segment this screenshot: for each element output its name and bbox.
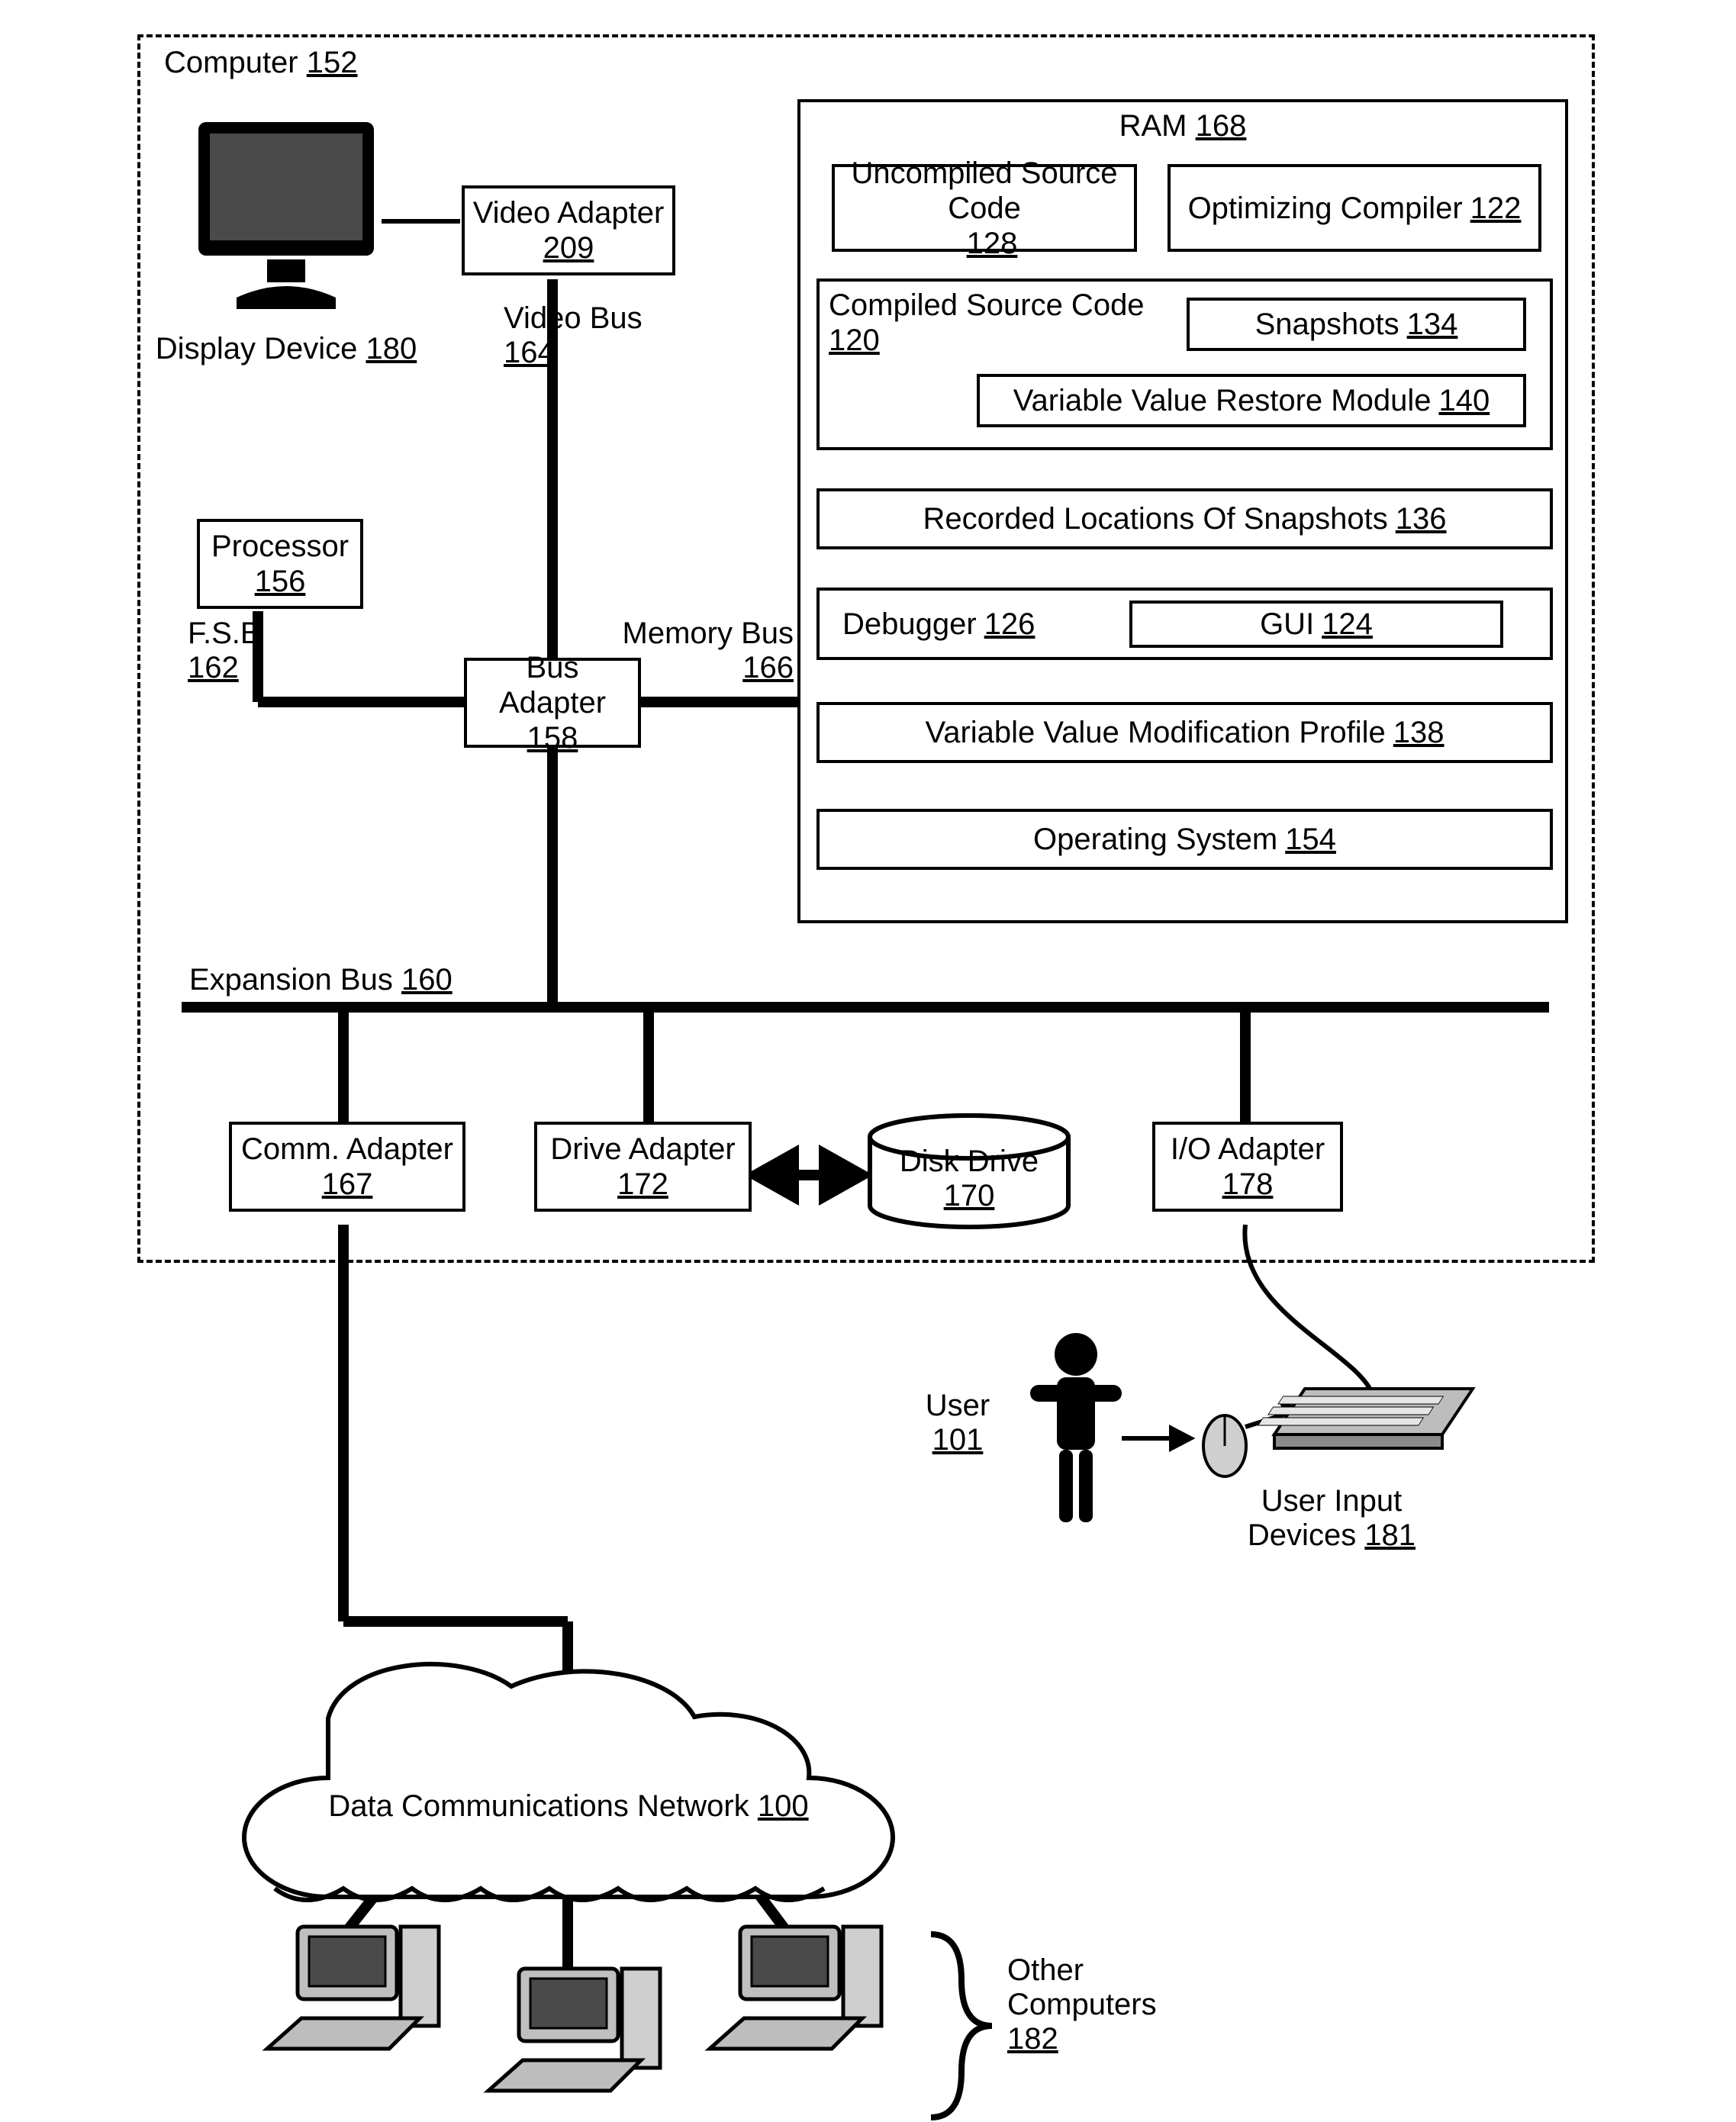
compiled-title: Compiled Source Code 120 <box>829 288 1145 358</box>
expansion-bus-ref: 160 <box>401 963 453 997</box>
other-computers-ref: 182 <box>1007 2022 1058 2056</box>
computer-label: Computer 152 <box>164 46 358 80</box>
drive-adapter-box: Drive Adapter 172 <box>534 1122 752 1212</box>
restore-box: Variable Value Restore Module 140 <box>977 374 1526 427</box>
rec-locations-ref: 136 <box>1396 501 1447 536</box>
comm-adapter-label: Comm. Adapter <box>241 1132 453 1167</box>
snapshots-box: Snapshots 134 <box>1187 298 1526 351</box>
video-adapter-label: Video Adapter <box>473 195 665 230</box>
video-bus-label-text: Video Bus <box>504 301 643 335</box>
comm-adapter-ref: 167 <box>322 1167 373 1202</box>
video-bus-ref: 164 <box>504 336 555 369</box>
input-devices-line2: Devices <box>1248 1518 1356 1552</box>
input-devices-label: User Input Devices 181 <box>1213 1484 1450 1553</box>
io-adapter-label: I/O Adapter <box>1171 1132 1325 1167</box>
monitor-icon <box>183 107 389 328</box>
os-ref: 154 <box>1285 822 1336 857</box>
processor-label: Processor <box>211 529 349 564</box>
restore-ref: 140 <box>1438 383 1490 418</box>
restore-label: Variable Value Restore Module <box>1013 383 1432 418</box>
expansion-bus-label: Expansion Bus 160 <box>189 963 453 997</box>
memory-bus-ref: 166 <box>742 651 794 684</box>
compiled-ref: 120 <box>829 324 880 357</box>
debugger-ref: 126 <box>984 607 1035 642</box>
snapshots-label: Snapshots <box>1255 307 1399 342</box>
video-bus-label: Video Bus 164 <box>504 301 691 370</box>
network-ref: 100 <box>758 1789 809 1823</box>
debugger-label: Debugger <box>842 607 977 642</box>
disk-drive-ref: 170 <box>944 1179 995 1212</box>
io-adapter-box: I/O Adapter 178 <box>1152 1122 1343 1212</box>
uncompiled-ref: 128 <box>967 227 1018 260</box>
user-icon <box>1015 1328 1137 1541</box>
ram-ref: 168 <box>1196 109 1247 143</box>
network-text: Data Communications Network <box>328 1789 749 1823</box>
display-ref: 180 <box>366 332 417 365</box>
input-devices-line1: User Input <box>1261 1484 1403 1518</box>
expansion-bus-text: Expansion Bus <box>189 963 393 997</box>
optimizer-ref: 122 <box>1470 191 1522 226</box>
other-computers-label: Other Computers 182 <box>1007 1953 1206 2056</box>
fsb-label-text: F.S.B <box>188 617 261 650</box>
bus-adapter-ref: 158 <box>527 720 578 755</box>
vvmp-label: Variable Value Modification Profile <box>925 715 1385 750</box>
memory-bus-label: Memory Bus 166 <box>572 617 794 685</box>
computer-ref: 152 <box>307 46 358 79</box>
rec-locations-box: Recorded Locations Of Snapshots 136 <box>816 488 1553 549</box>
other-computers-line1: Other <box>1007 1953 1084 1987</box>
display-label: Display Device 180 <box>153 332 420 366</box>
other-computers-line2: Computers <box>1007 1988 1157 2021</box>
drive-adapter-label: Drive Adapter <box>550 1132 735 1167</box>
fsb-ref: 162 <box>188 651 239 684</box>
rec-locations-label: Recorded Locations Of Snapshots <box>923 501 1387 536</box>
processor-box: Processor 156 <box>197 519 363 609</box>
ram-label: RAM <box>1119 109 1187 143</box>
display-label-text: Display Device <box>156 332 358 365</box>
computer-label-text: Computer <box>164 46 298 79</box>
ram-title: RAM 168 <box>800 102 1565 143</box>
comm-adapter-box: Comm. Adapter 167 <box>229 1122 465 1212</box>
video-adapter-box: Video Adapter 209 <box>462 185 675 275</box>
optimizer-box: Optimizing Compiler 122 <box>1168 164 1541 252</box>
optimizer-label: Optimizing Compiler <box>1188 191 1463 226</box>
vvmp-ref: 138 <box>1393 715 1445 750</box>
processor-ref: 156 <box>255 564 306 599</box>
gui-ref: 124 <box>1322 607 1373 642</box>
snapshots-ref: 134 <box>1407 307 1458 342</box>
io-adapter-ref: 178 <box>1222 1167 1274 1202</box>
disk-drive-text: Disk Drive <box>900 1145 1039 1178</box>
drive-adapter-ref: 172 <box>617 1167 668 1202</box>
input-devices-ref: 181 <box>1364 1518 1416 1552</box>
fsb-label: F.S.B 162 <box>188 617 287 685</box>
gui-label: GUI <box>1260 607 1314 642</box>
vvmp-box: Variable Value Modification Profile 138 <box>816 702 1553 763</box>
compiled-label: Compiled Source Code <box>829 288 1145 322</box>
disk-drive-label: Disk Drive 170 <box>889 1145 1049 1213</box>
user-label-text: User <box>926 1389 990 1422</box>
os-box: Operating System 154 <box>816 809 1553 870</box>
user-label: User 101 <box>908 1389 1007 1457</box>
os-label: Operating System <box>1033 822 1277 857</box>
uncompiled-box: Uncompiled Source Code x128 <box>832 164 1137 252</box>
gui-box: GUI 124 <box>1129 601 1503 648</box>
video-adapter-ref: 209 <box>543 230 594 266</box>
uncompiled-label: Uncompiled Source Code <box>841 156 1128 226</box>
user-ref: 101 <box>932 1423 984 1457</box>
memory-bus-text: Memory Bus <box>623 617 794 650</box>
other-computers-icon <box>259 1911 923 2110</box>
network-label: Data Communications Network 100 <box>301 1789 836 1824</box>
